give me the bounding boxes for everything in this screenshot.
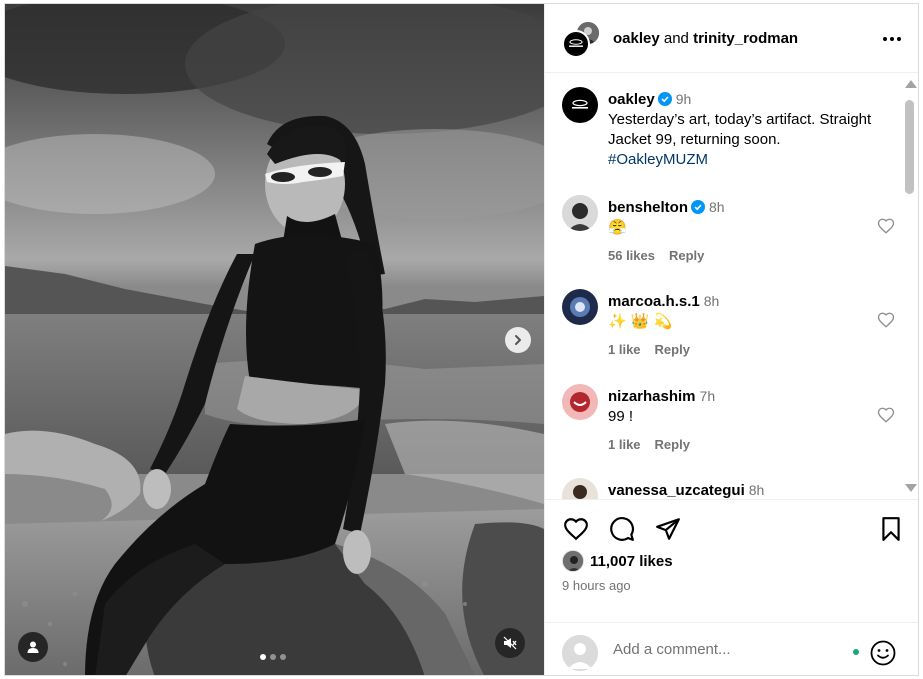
oakley-logo-avatar [562,30,590,58]
comments-list[interactable]: oakley 9h Yesterday’s art, today’s artifa… [545,74,918,499]
timestamp[interactable]: 9h [676,91,692,107]
post-media[interactable] [5,4,544,675]
speaker-muted-icon [503,636,517,650]
username-link[interactable]: benshelton [608,199,688,216]
username-link[interactable]: oakley [608,91,655,108]
author-link[interactable]: oakley [613,30,660,47]
avatar[interactable] [562,550,584,572]
comments-scrollbar[interactable] [901,76,918,496]
avatar[interactable] [562,478,598,499]
reply-button[interactable]: Reply [669,248,704,263]
comment-meta: 56 likes Reply [608,248,718,263]
verified-badge-icon [657,92,672,106]
reply-button[interactable]: Reply [655,342,690,357]
current-user-avatar [562,635,598,671]
comment-body: nizarhashim 7h 99 ! [608,386,888,427]
comment-meta: 1 like Reply [608,342,704,357]
timestamp[interactable]: 8h [749,482,765,498]
timestamp[interactable]: 7h [700,388,716,404]
add-comment-bar [545,622,918,675]
hashtag-link[interactable]: #OakleyMUZM [608,150,888,170]
comment-input[interactable] [613,641,833,658]
comment-body: vanessa_uzcategui 8h [608,480,888,499]
more-horizontal-icon [883,37,901,41]
like-comment-heart-icon[interactable] [877,217,895,235]
post-side-panel: oakley and trinity_rodman oakley 9h Yeste… [544,4,918,675]
person-icon [27,641,39,653]
likes-count[interactable]: 11,007 likes [590,553,673,570]
username-link[interactable]: nizarhashim [608,388,696,405]
scroll-up-arrow-icon[interactable] [905,80,917,88]
carousel-dot [260,654,266,660]
post-header: oakley and trinity_rodman [545,4,918,73]
status-dot [853,649,859,655]
carousel-dot [280,654,286,660]
author-link[interactable]: trinity_rodman [693,30,798,47]
caption-text: Yesterday’s art, today’s artifact. Strai… [608,111,872,148]
comment-likes[interactable]: 1 like [608,437,641,452]
reply-button[interactable]: Reply [655,437,690,452]
caption-body: oakley 9h Yesterday’s art, today’s artifa… [608,89,888,170]
comment-text: 99 ! [608,408,634,425]
timestamp[interactable]: 8h [709,199,725,215]
like-heart-icon[interactable] [563,516,589,542]
comment-likes[interactable]: 56 likes [608,248,655,263]
comment-text: ✨ 👑 💫 [608,313,673,330]
comment-meta: 1 like Reply [608,437,704,452]
post-photo [5,4,544,675]
like-comment-heart-icon[interactable] [877,311,895,329]
post-dialog: oakley and trinity_rodman oakley 9h Yeste… [4,3,919,676]
save-bookmark-icon[interactable] [878,516,904,542]
scroll-thumb[interactable] [905,100,914,194]
mute-button[interactable] [495,628,525,658]
post-authors: oakley and trinity_rodman [613,30,798,47]
like-comment-heart-icon[interactable] [877,406,895,424]
share-paper-plane-icon[interactable] [655,516,681,542]
author-separator: and [663,30,689,47]
carousel-indicator [260,654,286,660]
more-options-button[interactable] [880,27,904,51]
carousel-dot [270,654,276,660]
comment-body: benshelton 8h 😤 [608,197,888,238]
post-time[interactable]: 9 hours ago [562,578,631,593]
verified-badge-icon [691,200,706,214]
carousel-next-button[interactable] [505,327,531,353]
oakley-logo-icon [572,99,588,109]
avatar[interactable] [562,289,598,325]
avatar[interactable] [562,384,598,420]
post-actions: 11,007 likes 9 hours ago [545,499,918,675]
avatar[interactable] [562,195,598,231]
comment-bubble-icon[interactable] [609,516,635,542]
avatar[interactable] [562,87,598,123]
scroll-down-arrow-icon[interactable] [905,484,917,492]
username-link[interactable]: vanessa_uzcategui [608,482,745,499]
chevron-right-icon [515,335,521,345]
likes-summary: 11,007 likes [562,550,673,572]
tagged-users-button[interactable] [18,632,48,662]
comment-body: marcoa.h.s.1 8h ✨ 👑 💫 [608,291,888,332]
emoji-icon[interactable] [869,639,897,667]
comment-likes[interactable]: 1 like [608,342,641,357]
collab-avatars[interactable] [562,20,602,58]
comment-text: 😤 [608,219,627,236]
username-link[interactable]: marcoa.h.s.1 [608,293,700,310]
timestamp[interactable]: 8h [704,293,720,309]
